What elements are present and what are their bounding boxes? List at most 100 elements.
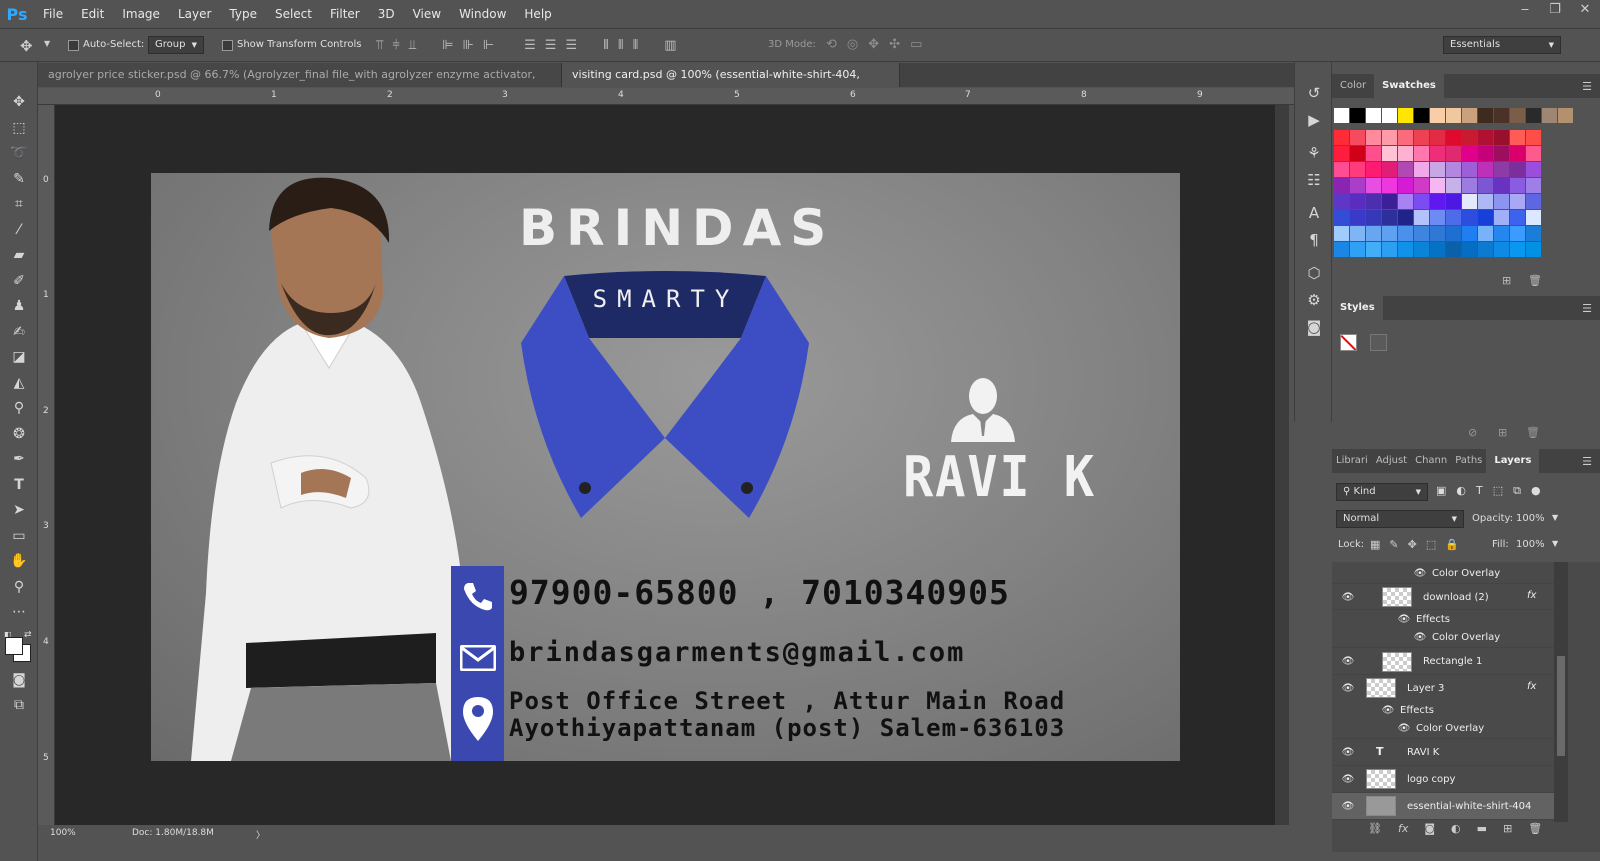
layer-effects-row[interactable]: 👁 Effects [1332, 610, 1554, 628]
color-swatch[interactable] [1446, 130, 1461, 145]
color-swatch[interactable] [1510, 130, 1525, 145]
tool-preset-chevron-icon[interactable]: ▼ [44, 39, 50, 48]
color-swatch[interactable] [1462, 146, 1477, 161]
zoom-level[interactable]: 100% [50, 828, 76, 838]
distribute-hcenter-icon[interactable]: ⦀ [618, 38, 624, 53]
3d-roll-icon[interactable]: ◎ [847, 37, 858, 52]
color-swatch[interactable] [1558, 108, 1573, 123]
opacity-value[interactable]: 100% [1516, 513, 1545, 524]
color-swatch[interactable] [1382, 226, 1397, 241]
link-layers-icon[interactable]: ⛓ [1368, 822, 1382, 835]
panel-menu-icon[interactable]: ☰ [1582, 80, 1600, 93]
clear-style-icon[interactable]: ⊘ [1468, 426, 1477, 439]
character-panel-icon[interactable]: A [1295, 200, 1333, 227]
tab-layers[interactable]: Layers [1486, 449, 1540, 473]
menu-select[interactable]: Select [266, 0, 321, 28]
color-swatch[interactable] [1526, 226, 1541, 241]
fill-chevron-icon[interactable]: ▼ [1552, 539, 1558, 548]
tab-color[interactable]: Color [1332, 74, 1374, 98]
distribute-vcenter-icon[interactable]: ☰ [545, 38, 557, 53]
color-swatch[interactable] [1398, 226, 1413, 241]
color-swatch[interactable] [1510, 146, 1525, 161]
color-swatch[interactable] [1366, 194, 1381, 209]
fx-icon[interactable]: fx [1398, 822, 1408, 835]
filter-adjustment-icon[interactable]: ◐ [1456, 484, 1466, 498]
color-swatch[interactable] [1478, 194, 1493, 209]
style-default-icon[interactable] [1370, 334, 1387, 351]
zoom-tool-icon[interactable]: ⚲ [0, 575, 38, 601]
new-layer-icon[interactable]: ⊞ [1503, 822, 1512, 835]
tab-styles[interactable]: Styles [1332, 296, 1383, 320]
color-swatch[interactable] [1526, 178, 1541, 193]
eye-icon[interactable]: 👁 [1341, 656, 1355, 667]
color-swatch[interactable] [1462, 242, 1477, 257]
color-swatch[interactable] [1414, 162, 1429, 177]
auto-select-checkbox[interactable] [68, 40, 79, 54]
distribute-right-icon[interactable]: ⦀ [633, 38, 639, 53]
color-swatch[interactable] [1334, 108, 1349, 123]
color-swatch[interactable] [1446, 194, 1461, 209]
eye-icon[interactable]: 👁 [1341, 683, 1355, 694]
restore-button[interactable]: ❐ [1540, 0, 1570, 22]
color-swatch[interactable] [1366, 178, 1381, 193]
camera-icon[interactable]: ◙ [1295, 314, 1333, 341]
color-swatch[interactable] [1526, 210, 1541, 225]
menu-help[interactable]: Help [515, 0, 560, 28]
quick-select-tool-icon[interactable]: ✎ [0, 167, 38, 193]
color-swatch[interactable] [1414, 194, 1429, 209]
color-swatch[interactable] [1414, 178, 1429, 193]
color-swatch[interactable] [1398, 194, 1413, 209]
color-swatch[interactable] [1334, 178, 1349, 193]
align-vcenter-icon[interactable]: ⫩ [392, 38, 399, 53]
menu-3d[interactable]: 3D [369, 0, 404, 28]
layer-fx-icon[interactable]: fx [1527, 681, 1536, 692]
color-swatch[interactable] [1446, 108, 1461, 123]
eye-icon[interactable]: 👁 [1341, 801, 1355, 812]
menu-type[interactable]: Type [220, 0, 266, 28]
menu-window[interactable]: Window [450, 0, 515, 28]
color-swatch[interactable] [1510, 226, 1525, 241]
color-swatch[interactable] [1350, 108, 1365, 123]
color-swatch[interactable] [1350, 242, 1365, 257]
color-swatch[interactable] [1446, 210, 1461, 225]
opacity-chevron-icon[interactable]: ▼ [1552, 513, 1558, 522]
3d-panel-icon[interactable]: ⬡ [1295, 260, 1333, 287]
distribute-bottom-icon[interactable]: ☰ [565, 38, 577, 53]
color-swatch[interactable] [1478, 162, 1493, 177]
color-swatch[interactable] [1430, 108, 1445, 123]
color-swatch[interactable] [1334, 226, 1349, 241]
color-swatch[interactable] [1398, 178, 1413, 193]
eye-icon[interactable]: 👁 [1341, 747, 1355, 758]
color-swatch[interactable] [1350, 146, 1365, 161]
color-swatch[interactable] [1462, 194, 1477, 209]
brush-tool-icon[interactable]: ✐ [0, 269, 38, 295]
lasso-tool-icon[interactable]: ➰ [0, 141, 38, 167]
tab-adjustments[interactable]: Adjust [1372, 449, 1411, 473]
color-swatch[interactable] [1382, 130, 1397, 145]
color-swatch[interactable] [1494, 108, 1509, 123]
move-tool-icon[interactable]: ✥ [0, 90, 38, 116]
filter-pixel-icon[interactable]: ▣ [1436, 484, 1446, 498]
color-swatch[interactable] [1414, 242, 1429, 257]
layer-row-essential-white-shirt[interactable]: 👁 essential-white-shirt-404 [1332, 793, 1554, 820]
auto-select-dropdown[interactable]: Group ▼ [148, 36, 204, 54]
eye-icon[interactable]: 👁 [1397, 723, 1411, 734]
layer-effect-row[interactable]: 👁 Color Overlay [1332, 562, 1554, 584]
color-swatch[interactable] [1382, 146, 1397, 161]
color-swatch[interactable] [1334, 194, 1349, 209]
3d-orbit-icon[interactable]: ⟲ [826, 37, 837, 52]
color-swatch[interactable] [1462, 178, 1477, 193]
layer-filter-kind[interactable]: ⚲ Kind ▼ [1336, 483, 1428, 501]
color-swatch[interactable] [1382, 194, 1397, 209]
marquee-tool-icon[interactable]: ⬚ [0, 116, 38, 142]
color-swatch[interactable] [1414, 210, 1429, 225]
show-transform-checkbox[interactable] [222, 40, 233, 54]
color-swatch[interactable] [1526, 130, 1541, 145]
eyedropper-tool-icon[interactable]: ⁄ [0, 218, 38, 244]
color-swatch[interactable] [1414, 226, 1429, 241]
history-panel-icon[interactable]: ↺ [1295, 80, 1333, 107]
quick-mask-icon[interactable]: ◙ [0, 668, 38, 694]
color-swatch[interactable] [1462, 108, 1477, 123]
status-menu-arrow-icon[interactable]: 〉 [256, 828, 265, 841]
layers-scrollbar[interactable] [1554, 562, 1568, 822]
